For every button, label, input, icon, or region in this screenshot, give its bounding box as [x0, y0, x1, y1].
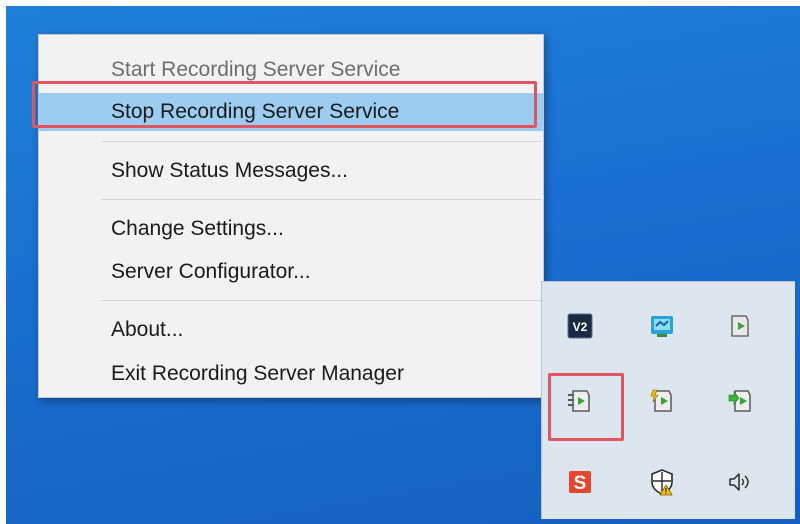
menu-item-label: Start Recording Server Service [111, 58, 401, 81]
menu-item-label: Stop Recording Server Service [111, 100, 400, 123]
menu-item-server-configurator[interactable]: Server Configurator... [39, 253, 543, 291]
v2-app-icon[interactable]: V2 [562, 308, 598, 344]
network-monitor-icon[interactable] [644, 308, 680, 344]
mobile-server-icon[interactable] [722, 383, 758, 419]
menu-item-label: About... [111, 318, 184, 341]
menu-item-label: Show Status Messages... [111, 159, 348, 182]
svg-text:V2: V2 [573, 320, 588, 334]
s-app-icon[interactable]: S [562, 464, 598, 500]
svg-text:S: S [574, 473, 587, 494]
event-server-icon[interactable] [644, 383, 680, 419]
menu-separator [101, 199, 541, 200]
recording-server-manager-icon[interactable] [562, 383, 598, 419]
management-server-icon[interactable] [722, 308, 758, 344]
menu-item-start-service: Start Recording Server Service [39, 51, 543, 89]
menu-separator [101, 141, 541, 142]
menu-separator [101, 300, 541, 301]
menu-item-label: Exit Recording Server Manager [111, 362, 404, 385]
menu-item-change-settings[interactable]: Change Settings... [39, 210, 543, 248]
security-shield-warning-icon[interactable] [644, 464, 680, 500]
menu-item-exit-manager[interactable]: Exit Recording Server Manager [39, 355, 543, 393]
recording-server-context-menu: Start Recording Server Service Stop Reco… [38, 34, 544, 398]
menu-item-stop-service[interactable]: Stop Recording Server Service [39, 93, 543, 131]
speaker-volume-icon[interactable] [722, 464, 758, 500]
menu-item-about[interactable]: About... [39, 311, 543, 349]
menu-item-label: Server Configurator... [111, 260, 311, 283]
menu-item-show-status[interactable]: Show Status Messages... [39, 152, 543, 190]
menu-item-label: Change Settings... [111, 217, 284, 240]
system-tray-overflow: V2 S [541, 281, 795, 519]
